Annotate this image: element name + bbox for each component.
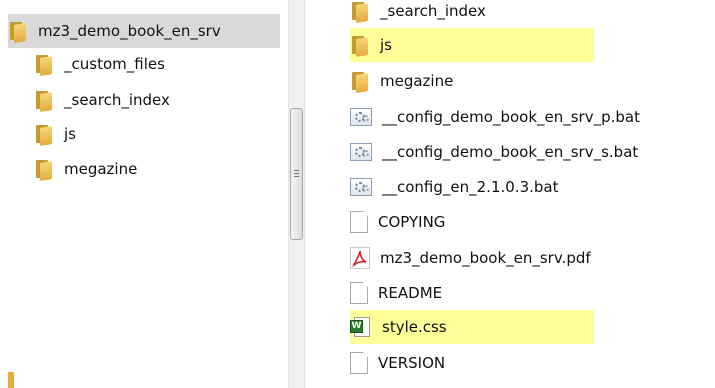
grip-icon [294,176,299,177]
folder-icon [350,34,370,57]
tree-item-label: _custom_files [64,55,165,73]
document-icon [350,352,368,374]
tree-item-label: megazine [64,160,138,178]
file-item-label: __config_demo_book_en_srv_p.bat [382,108,640,126]
file-item-style-css[interactable]: W style.css [350,310,594,344]
folder-icon [350,70,370,93]
file-item-config-p-bat[interactable]: __config_demo_book_en_srv_p.bat [350,100,640,134]
file-item-label: _search_index [380,2,486,20]
navigation-tree-pane: mz3_demo_book_en_srv _custom_files _sear… [0,0,288,388]
batch-file-icon [350,108,372,126]
grip-icon [294,173,299,174]
file-item-label: megazine [380,72,454,90]
tree-item-megazine[interactable]: megazine [34,152,137,186]
file-item-label: __config_demo_book_en_srv_s.bat [382,143,639,161]
tree-item-custom-files[interactable]: _custom_files [34,47,165,81]
folder-icon [34,53,54,76]
file-item-label: COPYING [378,213,446,231]
folder-icon [34,89,54,112]
file-list-pane: _search_index js megazine __config_demo_… [305,0,715,388]
batch-file-icon [350,143,372,161]
file-item-readme[interactable]: README [350,276,442,310]
file-item-js[interactable]: js [350,28,594,62]
file-item-label: mz3_demo_book_en_srv.pdf [380,249,591,267]
file-item-megazine[interactable]: megazine [350,64,453,98]
file-item-search-index[interactable]: _search_index [350,0,486,28]
pdf-icon [350,247,370,269]
folder-icon [34,158,54,181]
document-icon [350,282,368,304]
tree-item-label: _search_index [64,91,170,109]
file-item-label: style.css [382,318,447,336]
word-document-icon: W [350,316,372,338]
folder-icon [8,20,28,43]
folder-icon [34,123,54,146]
folder-icon [350,0,370,23]
file-item-pdf[interactable]: mz3_demo_book_en_srv.pdf [350,241,591,275]
document-icon [350,211,368,233]
vertical-scrollbar[interactable] [288,0,305,388]
tree-item-label: mz3_demo_book_en_srv [38,22,221,40]
file-item-label: __config_en_2.1.0.3.bat [382,178,559,196]
file-item-config-s-bat[interactable]: __config_demo_book_en_srv_s.bat [350,135,638,169]
file-item-label: README [378,284,443,302]
file-item-copying[interactable]: COPYING [350,205,445,239]
tree-item-mz3-demo-book-en-srv[interactable]: mz3_demo_book_en_srv [8,14,280,48]
scrollbar-thumb[interactable] [290,108,303,240]
file-item-config-en-bat[interactable]: __config_en_2.1.0.3.bat [350,170,558,204]
tree-item-js[interactable]: js [34,117,76,151]
file-item-label: js [380,36,392,54]
file-item-label: VERSION [378,354,446,372]
batch-file-icon [350,178,372,196]
file-item-version[interactable]: VERSION [350,346,445,380]
grip-icon [294,170,299,171]
tree-item-search-index[interactable]: _search_index [34,83,170,117]
folder-icon [8,372,14,388]
tree-item-label: js [64,125,76,143]
